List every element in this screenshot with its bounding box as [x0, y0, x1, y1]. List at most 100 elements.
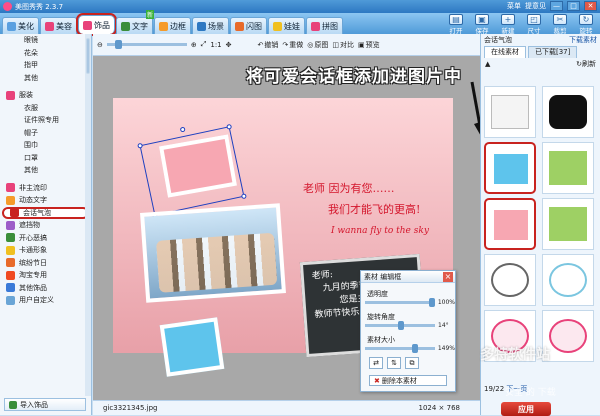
sidebar-item-id-photo[interactable]: 证件照专用	[0, 114, 91, 127]
close-button[interactable]: ✕	[584, 1, 597, 11]
frame-icon	[159, 21, 168, 31]
sidebar-item-funny[interactable]: 开心恶搞	[0, 232, 91, 245]
resize-handle[interactable]	[226, 123, 233, 130]
tab-flash[interactable]: 闪图	[230, 17, 267, 34]
material-edit-panel: 素材 编辑框 × 透明度 100% 旋转角度 14° 素材大小 149% ⇄ ⇅…	[360, 270, 456, 392]
material-panel-close-icon[interactable]: ×	[443, 272, 453, 282]
actual-size-button[interactable]: 1:1	[210, 41, 221, 49]
import-accessory-button[interactable]: 导入饰品	[4, 398, 86, 411]
tab-collage[interactable]: 拼图	[306, 17, 343, 34]
rotate-label: 旋转角度	[367, 313, 395, 321]
sidebar-item-other-2[interactable]: 其他	[0, 164, 91, 177]
size-slider[interactable]	[365, 344, 435, 353]
sidebar-item-nails[interactable]: 指甲	[0, 59, 91, 72]
opacity-slider[interactable]	[365, 298, 435, 307]
rotate-slider-knob[interactable]	[398, 321, 405, 330]
sidebar-item-custom[interactable]: 用户自定义	[0, 294, 91, 307]
sidebar-item-other-accessories[interactable]: 其他饰品	[0, 282, 91, 295]
sidebar-item-hats[interactable]: 帽子	[0, 127, 91, 140]
compare-button[interactable]: ◫ 对比	[332, 40, 354, 50]
resize-button[interactable]: ◰ 尺寸	[522, 14, 546, 35]
tab-scene[interactable]: 场景	[192, 17, 229, 34]
apply-button[interactable]: 应用	[501, 402, 551, 416]
refresh-button[interactable]: ↻刷新	[576, 59, 596, 69]
tab-frame[interactable]: 边框	[154, 17, 191, 34]
sidebar-item-masks[interactable]: 口罩	[0, 152, 91, 165]
material-thumb[interactable]	[542, 254, 594, 306]
zoom-in-icon[interactable]: ⊕	[191, 41, 197, 49]
delete-material-button[interactable]: ✖ 删除本素材	[369, 375, 447, 386]
menu-link[interactable]: 菜单	[507, 1, 521, 11]
undo-button[interactable]: ↶ 撤销	[258, 40, 279, 50]
sidebar-group-clothing[interactable]: 服装	[0, 89, 91, 102]
tab-beautify[interactable]: 美化	[2, 17, 39, 34]
rotate-slider[interactable]	[365, 321, 435, 330]
pan-icon[interactable]: ✥	[226, 41, 232, 49]
material-grid	[484, 86, 596, 362]
sidebar-item-animated-text[interactable]: 动态文字	[0, 194, 91, 207]
material-thumb-pink-selected[interactable]	[484, 198, 536, 250]
material-thumb[interactable]	[542, 198, 594, 250]
fit-window-icon[interactable]: ⤢	[201, 40, 207, 49]
sidebar-scrollbar[interactable]	[85, 34, 91, 396]
sidebar-item-clothes[interactable]: 衣服	[0, 102, 91, 115]
material-thumb[interactable]	[542, 86, 594, 138]
zoom-out-icon[interactable]: ⊖	[97, 41, 103, 49]
crop-button[interactable]: ✂ 裁剪	[548, 14, 572, 35]
open-button[interactable]: ▤ 打开	[444, 14, 468, 35]
sidebar-item-scarves[interactable]: 围巾	[0, 139, 91, 152]
sidebar-item-festival[interactable]: 缤纷节日	[0, 257, 91, 270]
material-panel-title[interactable]: 素材 编辑框	[361, 271, 455, 283]
sidebar-item-glasses[interactable]: 眼镜	[0, 34, 91, 47]
material-thumb[interactable]	[484, 254, 536, 306]
tab-online-materials[interactable]: 在线素材	[484, 46, 526, 58]
tab-text[interactable]: 文字新	[116, 10, 154, 34]
zoom-slider-knob[interactable]	[114, 40, 122, 49]
blue-bubble-sticker[interactable]	[159, 317, 225, 377]
download-materials-link[interactable]: 下载素材	[569, 35, 597, 45]
resize-handle[interactable]	[240, 193, 247, 200]
sidebar-item-nonmainstream[interactable]: 非主流印	[0, 182, 91, 195]
preview-button[interactable]: ▣ 预览	[358, 40, 380, 50]
size-slider-knob[interactable]	[412, 344, 419, 353]
rotate-handle[interactable]	[179, 126, 186, 133]
sidebar-item-other-1[interactable]: 其他	[0, 72, 91, 85]
flash-icon	[235, 21, 244, 31]
sidebar-item-covers[interactable]: 遮挡物	[0, 219, 91, 232]
tab-downloaded-materials[interactable]: 已下载[37]	[528, 46, 578, 58]
material-thumb[interactable]	[542, 142, 594, 194]
flip-horizontal-icon[interactable]: ⇄	[369, 357, 383, 369]
scroll-up-icon[interactable]: ▲	[485, 60, 490, 68]
sidebar-item-cartoon[interactable]: 卡通形象	[0, 244, 91, 257]
redo-button[interactable]: ↷ 重做	[282, 40, 303, 50]
material-thumb[interactable]	[484, 86, 536, 138]
save-button[interactable]: ▣ 保存	[470, 14, 494, 35]
feedback-link[interactable]: 提意见	[525, 1, 546, 11]
other-accessories-icon	[6, 283, 15, 293]
sidebar-scroll-thumb[interactable]	[86, 38, 90, 74]
sidebar-item-taobao[interactable]: 淘宝专用	[0, 269, 91, 282]
sidebar-item-flowers[interactable]: 花朵	[0, 47, 91, 60]
flip-vertical-icon[interactable]: ⇅	[387, 357, 401, 369]
tab-doll[interactable]: 娃娃	[268, 17, 305, 34]
watermark-subtext: 安全 的 下载	[505, 388, 556, 398]
original-button[interactable]: ◎ 原图	[307, 40, 328, 50]
sidebar-item-speech-bubble[interactable]: 会话气泡	[2, 206, 89, 219]
minimize-button[interactable]: —	[550, 1, 563, 11]
resize-handle[interactable]	[137, 142, 144, 149]
maximize-button[interactable]: □	[567, 1, 580, 11]
page-indicator: 19/22	[484, 385, 505, 393]
stamp-icon	[6, 183, 15, 193]
status-bar: gic3321345.jpg 1024 × 768	[93, 400, 480, 415]
opacity-slider-knob[interactable]	[429, 298, 435, 307]
tab-accessories[interactable]: 饰品	[76, 13, 117, 36]
rotate-button[interactable]: ↻ 旋转	[574, 14, 598, 35]
copy-icon[interactable]: ⧉	[405, 357, 419, 369]
zoom-slider[interactable]	[106, 40, 187, 49]
selection-box[interactable]	[137, 123, 247, 219]
crop-icon: ✂	[553, 14, 567, 25]
taobao-icon	[6, 270, 15, 280]
material-thumb-blue-selected[interactable]	[484, 142, 536, 194]
new-button[interactable]: + 新建	[496, 14, 520, 35]
tab-beauty[interactable]: 美容	[40, 17, 77, 34]
